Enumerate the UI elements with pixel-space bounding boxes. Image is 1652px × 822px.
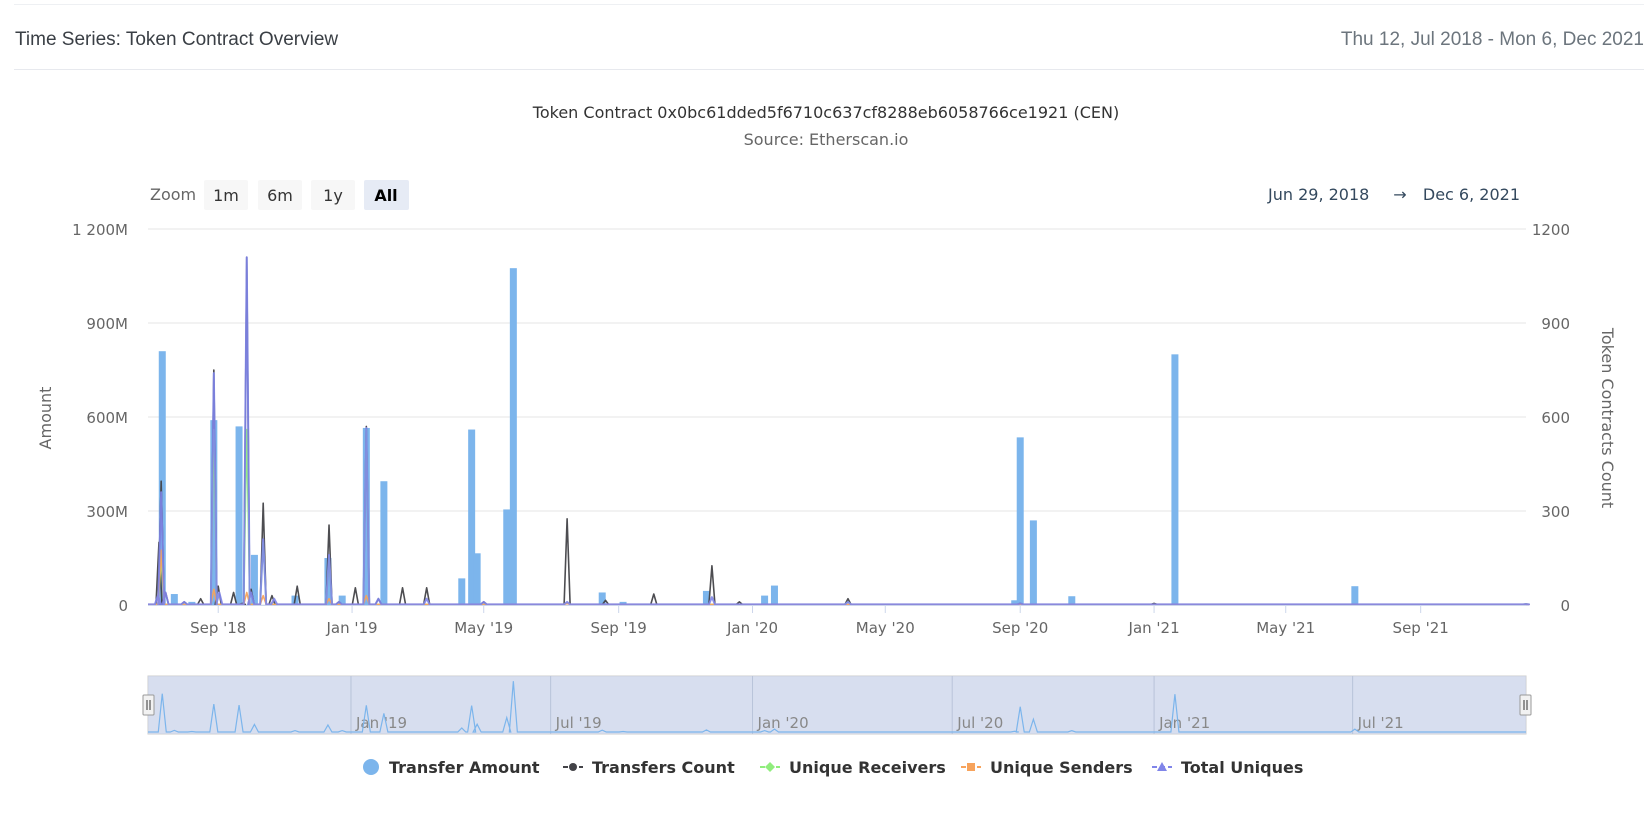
transfer-amount-bar xyxy=(1029,520,1037,605)
zoom-label: Zoom xyxy=(150,185,196,204)
transfer-amount-bar xyxy=(458,578,466,605)
chart-title: Token Contract 0x0bc61dded5f6710c637cf82… xyxy=(532,103,1119,122)
x-tick-label: Jan '19 xyxy=(326,619,378,637)
legend-label-unique-senders: Unique Senders xyxy=(990,758,1133,777)
legend-dot-icon xyxy=(569,763,577,771)
x-tick-label: May '19 xyxy=(454,619,513,637)
legend-triangle-icon xyxy=(1157,762,1167,771)
time-series-chart: Sep '18 Jan '19 May '19 Sep '19 Jan '20 May '… xyxy=(36,103,1617,777)
y-left-tick-label: 300M xyxy=(86,503,128,521)
zoom-1y-label: 1y xyxy=(323,186,343,205)
chart-subtitle: Source: Etherscan.io xyxy=(744,130,909,149)
y-right-tick-label: 0 xyxy=(1560,597,1570,615)
series-lines[interactable] xyxy=(148,256,1530,606)
legend: Transfer Amount Transfers Count Unique R… xyxy=(363,758,1303,777)
navigator-tick-label: Jul '20 xyxy=(956,714,1003,732)
transfer-amount-bar xyxy=(1171,354,1179,605)
navigator[interactable]: Jan '19 Jul '19 Jan '20 Jul '20 Jan '21 Jul '… xyxy=(142,675,1532,735)
transfer-amount-bar xyxy=(770,585,778,605)
legend-item-unique-receivers[interactable]: Unique Receivers xyxy=(760,758,946,777)
legend-label-transfers-count: Transfers Count xyxy=(592,758,735,777)
legend-label-transfer-amount: Transfer Amount xyxy=(389,758,540,777)
legend-item-transfers-count[interactable]: Transfers Count xyxy=(563,758,735,777)
total-uniques-line xyxy=(148,256,1530,606)
x-tick-label: May '20 xyxy=(856,619,915,637)
transfer-amount-bars[interactable] xyxy=(158,268,1359,605)
navigator-right-handle[interactable] xyxy=(1519,694,1532,716)
legend-item-transfer-amount[interactable]: Transfer Amount xyxy=(363,758,540,777)
unique-receivers-line xyxy=(148,428,1530,606)
transfer-amount-bar xyxy=(380,481,388,605)
y-left-tick-label: 1 200M xyxy=(72,221,128,239)
range-arrow: → xyxy=(1393,185,1406,204)
y-right-title: Token Contracts Count xyxy=(1598,327,1617,508)
navigator-tick-label: Jan '20 xyxy=(757,714,809,732)
x-tick-label: Jan '21 xyxy=(1128,619,1180,637)
transfer-amount-bar xyxy=(1016,437,1024,605)
x-tick-label: Sep '20 xyxy=(992,619,1048,637)
legend-label-total-uniques: Total Uniques xyxy=(1181,758,1303,777)
legend-square-icon xyxy=(967,763,975,771)
x-tick-label: Sep '21 xyxy=(1393,619,1449,637)
zoom-all-label: All xyxy=(374,186,397,205)
navigator-tick-label: Jul '21 xyxy=(1357,714,1404,732)
navigator-left-handle[interactable] xyxy=(142,694,155,716)
zoom-all-button[interactable]: All xyxy=(364,180,409,210)
y-left-tick-label: 900M xyxy=(86,315,128,333)
navigator-selection[interactable] xyxy=(148,676,1526,734)
legend-circle-icon xyxy=(363,759,379,775)
y-right-tick-label: 600 xyxy=(1541,409,1570,427)
transfer-amount-bar xyxy=(170,594,178,605)
y-right-tick-label: 300 xyxy=(1541,503,1570,521)
range-to[interactable]: Dec 6, 2021 xyxy=(1423,185,1520,204)
x-axis: Sep '18 Jan '19 May '19 Sep '19 Jan '20 May '… xyxy=(148,605,1526,637)
y-left-title: Amount xyxy=(36,387,55,450)
y-axis-right: 0 300 600 900 1200 xyxy=(1532,221,1570,615)
navigator-tick-label: Jan '21 xyxy=(1158,714,1210,732)
x-tick-label: Sep '19 xyxy=(591,619,647,637)
x-tick-label: Sep '18 xyxy=(190,619,246,637)
legend-diamond-icon xyxy=(765,762,775,772)
grid-lines xyxy=(148,228,1526,606)
transfers-count-line xyxy=(148,256,1530,606)
zoom-1y-button[interactable]: 1y xyxy=(311,180,355,210)
y-axis-left: 0 300M 600M 900M 1 200M xyxy=(72,221,128,615)
legend-label-unique-receivers: Unique Receivers xyxy=(789,758,946,777)
transfer-amount-bar xyxy=(235,426,243,605)
legend-item-unique-senders[interactable]: Unique Senders xyxy=(961,758,1133,777)
transfer-amount-bar xyxy=(503,509,511,605)
transfer-amount-bar xyxy=(509,268,517,605)
range-selector: Zoom 1m 6m 1y All Jun 29, 2018 → Dec 6, … xyxy=(150,180,1520,210)
zoom-6m-button[interactable]: 6m xyxy=(258,180,302,210)
y-right-tick-label: 900 xyxy=(1541,315,1570,333)
zoom-1m-button[interactable]: 1m xyxy=(204,180,248,210)
transfer-amount-bar xyxy=(598,592,606,605)
zoom-6m-label: 6m xyxy=(267,186,293,205)
y-left-tick-label: 0 xyxy=(118,597,128,615)
transfer-amount-bar xyxy=(473,553,481,605)
zoom-1m-label: 1m xyxy=(213,186,239,205)
unique-senders-line xyxy=(148,549,1530,606)
x-tick-label: May '21 xyxy=(1256,619,1315,637)
range-from[interactable]: Jun 29, 2018 xyxy=(1267,185,1369,204)
y-left-tick-label: 600M xyxy=(86,409,128,427)
transfer-amount-bar xyxy=(1351,586,1359,605)
navigator-tick-label: Jul '19 xyxy=(555,714,602,732)
y-right-tick-label: 1200 xyxy=(1532,221,1570,239)
legend-item-total-uniques[interactable]: Total Uniques xyxy=(1152,758,1303,777)
x-tick-label: Jan '20 xyxy=(726,619,778,637)
